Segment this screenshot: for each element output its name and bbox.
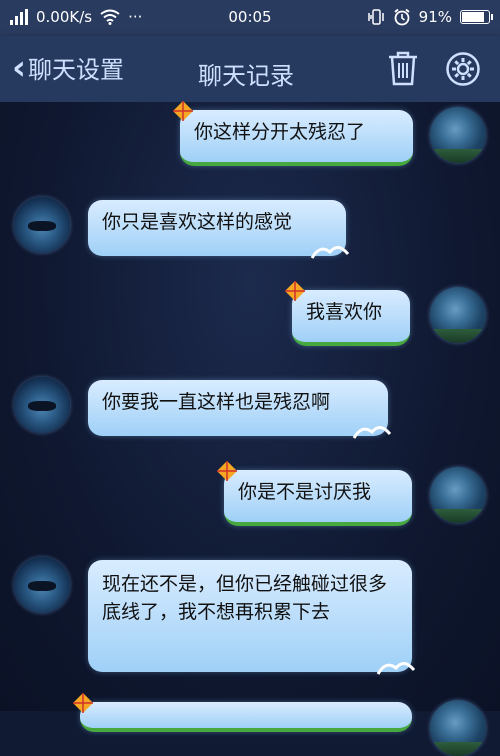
avatar-other[interactable] <box>14 557 70 613</box>
avatar-self[interactable] <box>430 467 486 523</box>
message-text: 你是不是讨厌我 <box>238 481 372 503</box>
alarm-icon <box>394 8 410 26</box>
message-bubble[interactable]: 你这样分开太残忍了 <box>173 101 413 166</box>
gear-icon[interactable] <box>444 50 482 88</box>
wave-icon <box>376 662 416 675</box>
title-bar: ‹ 聊天设置 聊天记录 <box>0 36 500 102</box>
trash-icon[interactable] <box>386 50 420 86</box>
battery-percent: 91% <box>418 8 452 26</box>
avatar-other[interactable] <box>14 197 70 253</box>
page-title: 聊天记录 <box>198 62 294 90</box>
clock: 00:05 <box>228 8 272 26</box>
message-bubble[interactable]: 我喜欢你 <box>285 281 410 346</box>
message-text: 我喜欢你 <box>306 301 383 323</box>
chevron-left-icon: ‹ <box>12 47 27 88</box>
avatar-self[interactable] <box>430 107 486 163</box>
message-text: 你要我一直这样也是残忍啊 <box>102 391 331 413</box>
back-label: 聊天设置 <box>28 56 125 84</box>
message-text: 现在还不是，但你已经触碰过很多底线了，我不想再积累下去 <box>102 573 388 623</box>
avatar-other[interactable] <box>14 377 70 433</box>
avatar-self[interactable] <box>430 287 486 343</box>
message-bubble[interactable]: 现在还不是，但你已经触碰过很多底线了，我不想再积累下去 <box>88 560 416 675</box>
battery-icon <box>460 10 493 24</box>
message-bubble-partial[interactable] <box>73 693 412 732</box>
message-bubble[interactable]: 你要我一直这样也是残忍啊 <box>88 380 392 439</box>
message-bubble[interactable]: 你是不是讨厌我 <box>217 461 412 526</box>
wave-icon <box>352 426 392 439</box>
kite-icon <box>217 461 237 481</box>
status-bar: 0.00K/s ··· 00:05 91% <box>0 0 500 36</box>
kite-icon <box>173 101 193 121</box>
message-text: 你只是喜欢这样的感觉 <box>102 211 293 233</box>
avatar-self-partial[interactable] <box>430 700 486 756</box>
chat-area[interactable]: 你这样分开太残忍了 你只是喜欢这样的感觉 我喜欢你 你要我一直这样也是残忍啊 你… <box>0 101 500 756</box>
message-bubble[interactable]: 你只是喜欢这样的感觉 <box>88 200 350 259</box>
wave-icon <box>310 246 350 259</box>
message-text: 你这样分开太残忍了 <box>194 121 366 143</box>
back-button[interactable]: ‹ 聊天设置 <box>12 50 124 85</box>
vibrate-icon <box>367 9 384 25</box>
kite-icon <box>285 281 305 301</box>
